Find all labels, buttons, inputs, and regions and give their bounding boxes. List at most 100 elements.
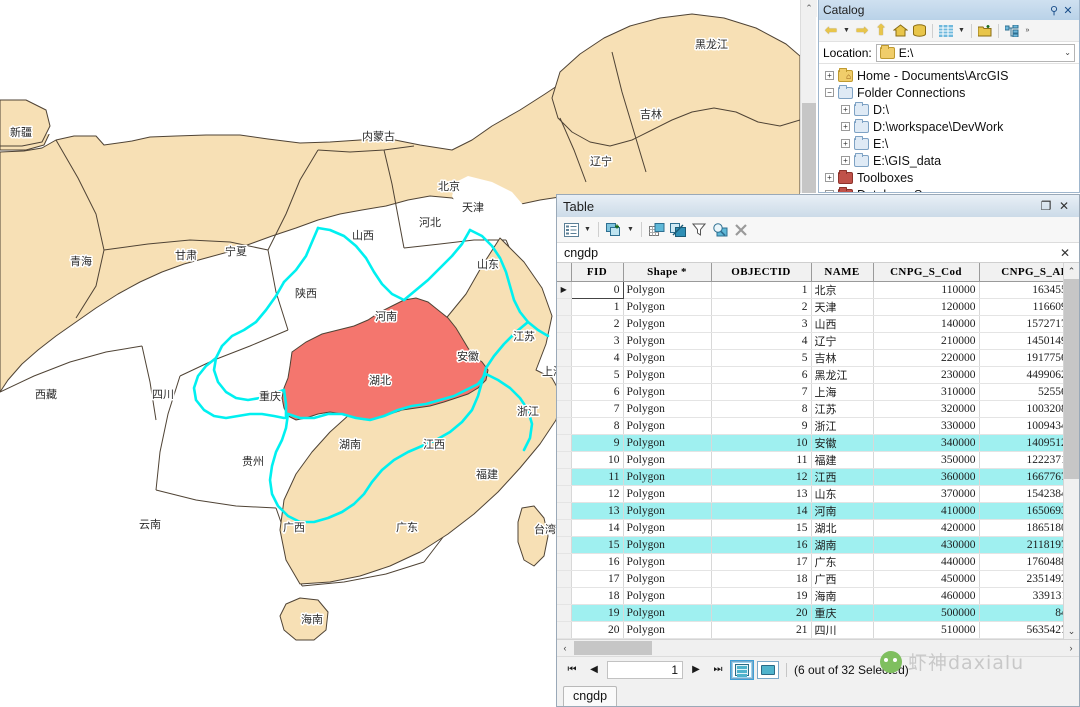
table-row[interactable]: 8Polygon9浙江330000100943420000: [557, 417, 1063, 435]
close-icon[interactable]: ✕: [1055, 199, 1073, 213]
cell-code[interactable]: 370000: [873, 485, 980, 503]
cell-name[interactable]: 河南: [811, 502, 874, 520]
up-one-level-icon[interactable]: ⬆: [873, 23, 889, 39]
show-selected-records-button[interactable]: [757, 660, 779, 679]
cell-code[interactable]: 350000: [873, 451, 980, 469]
cell-area[interactable]: 165069370000: [979, 502, 1063, 520]
cell-area[interactable]: 145014900000: [979, 332, 1063, 350]
cell-code[interactable]: 230000: [873, 366, 980, 384]
cell-name[interactable]: 重庆: [811, 604, 874, 622]
row-selector-cell[interactable]: [557, 383, 572, 401]
collapse-icon[interactable]: −: [825, 88, 834, 97]
grid-scroll-left-icon[interactable]: ‹: [557, 643, 573, 653]
cell-code[interactable]: 360000: [873, 468, 980, 486]
column-header[interactable]: FID: [571, 263, 624, 282]
cell-name[interactable]: 湖南: [811, 536, 874, 554]
cell-name[interactable]: 浙江: [811, 417, 874, 435]
cell-name[interactable]: 广西: [811, 570, 874, 588]
table-row[interactable]: 2Polygon3山西140000157271770000: [557, 315, 1063, 333]
cell-fid[interactable]: 19: [571, 604, 624, 622]
catalog-tree-item[interactable]: + ⌂ Home - Documents\ArcGIS: [825, 67, 1079, 84]
cell-fid[interactable]: 1: [571, 298, 624, 316]
grid-scroll-thumb[interactable]: [1064, 279, 1079, 479]
cell-fid[interactable]: 16: [571, 553, 624, 571]
cell-shape[interactable]: Polygon: [623, 485, 712, 503]
catalog-tree-item[interactable]: + E:\: [825, 135, 1079, 152]
cell-shape[interactable]: Polygon: [623, 400, 712, 418]
table-row[interactable]: 16Polygon17广东440000176048820000: [557, 553, 1063, 571]
grid-hscroll-thumb[interactable]: [574, 641, 652, 655]
catalog-tree-item[interactable]: + Toolboxes: [825, 169, 1079, 186]
cell-shape[interactable]: Polygon: [623, 553, 712, 571]
column-header[interactable]: Shape *: [623, 263, 712, 282]
table-row[interactable]: 20Polygon21四川510000563542750000: [557, 621, 1063, 639]
column-header[interactable]: CNPG_S_Cod: [873, 263, 980, 282]
chevron-down-icon[interactable]: ⌄: [1064, 48, 1071, 57]
cell-code[interactable]: 110000: [873, 281, 980, 299]
table-row[interactable]: 12Polygon13山东370000154238420000: [557, 485, 1063, 503]
cell-objectid[interactable]: 13: [711, 485, 812, 503]
row-selector-cell[interactable]: [557, 298, 572, 316]
map-vertical-scrollbar[interactable]: ⌃: [800, 0, 817, 193]
row-selector-cell[interactable]: [557, 553, 572, 571]
cell-objectid[interactable]: 16: [711, 536, 812, 554]
cell-shape[interactable]: Polygon: [623, 536, 712, 554]
switch-selection-icon[interactable]: [669, 221, 687, 239]
home-icon[interactable]: [892, 23, 908, 39]
cell-area[interactable]: 191775640000: [979, 349, 1063, 367]
cell-area[interactable]: 449906210000: [979, 366, 1063, 384]
grid-scroll-right-icon[interactable]: ›: [1063, 643, 1079, 653]
delete-selected-icon[interactable]: [732, 221, 750, 239]
row-selector-cell[interactable]: [557, 502, 572, 520]
cell-fid[interactable]: 18: [571, 587, 624, 605]
cell-fid[interactable]: 6: [571, 383, 624, 401]
column-header[interactable]: OBJECTID: [711, 263, 812, 282]
catalog-tree-item[interactable]: + D:\workspace\DevWork: [825, 118, 1079, 135]
cell-objectid[interactable]: 3: [711, 315, 812, 333]
cell-objectid[interactable]: 17: [711, 553, 812, 571]
cell-objectid[interactable]: 10: [711, 434, 812, 452]
cell-area[interactable]: 11660963000: [979, 298, 1063, 316]
grid-view-icon[interactable]: [938, 23, 954, 39]
cell-fid[interactable]: 17: [571, 570, 624, 588]
cell-name[interactable]: 安徽: [811, 434, 874, 452]
row-selector-cell[interactable]: [557, 400, 572, 418]
table-row[interactable]: 10Polygon11福建350000122237100000: [557, 451, 1063, 469]
cell-name[interactable]: 北京: [811, 281, 874, 299]
cell-objectid[interactable]: 6: [711, 366, 812, 384]
row-selector-cell[interactable]: [557, 366, 572, 384]
row-selector-cell[interactable]: [557, 434, 572, 452]
grid-view-dropdown-icon[interactable]: ▼: [957, 23, 966, 39]
cell-shape[interactable]: Polygon: [623, 281, 712, 299]
cell-fid[interactable]: 0: [570, 280, 624, 299]
catalog-tree[interactable]: + ⌂ Home - Documents\ArcGIS − Folder Connect…: [819, 64, 1079, 192]
cell-name[interactable]: 天津: [811, 298, 874, 316]
table-options-icon[interactable]: [562, 221, 580, 239]
cell-fid[interactable]: 14: [571, 519, 624, 537]
next-record-button[interactable]: ▶: [687, 664, 705, 675]
cell-code[interactable]: 340000: [873, 434, 980, 452]
map-scroll-up-icon[interactable]: ⌃: [801, 0, 817, 17]
cell-fid[interactable]: 9: [571, 434, 624, 452]
cell-code[interactable]: 120000: [873, 298, 980, 316]
cell-area[interactable]: 157271770000: [979, 315, 1063, 333]
cell-objectid[interactable]: 2: [711, 298, 812, 316]
map-scroll-thumb[interactable]: [802, 103, 816, 193]
cell-code[interactable]: 310000: [873, 383, 980, 401]
cell-shape[interactable]: Polygon: [623, 519, 712, 537]
table-row[interactable]: 1Polygon2天津12000011660963000: [557, 298, 1063, 316]
cell-code[interactable]: 450000: [873, 570, 980, 588]
cell-code[interactable]: 330000: [873, 417, 980, 435]
table-footer-tab[interactable]: cngdp: [563, 686, 618, 706]
connect-folder-icon[interactable]: [977, 23, 993, 39]
table-row[interactable]: 19Polygon20重庆5000008412664: [557, 604, 1063, 622]
cell-fid[interactable]: 3: [571, 332, 624, 350]
cell-code[interactable]: 510000: [873, 621, 980, 639]
table-row[interactable]: 9Polygon10安徽340000140951260000: [557, 434, 1063, 452]
location-combobox[interactable]: E:\ ⌄: [875, 43, 1075, 62]
cell-objectid[interactable]: 7: [711, 383, 812, 401]
related-tables-dropdown-icon[interactable]: ▼: [626, 222, 635, 238]
cell-name[interactable]: 辽宁: [811, 332, 874, 350]
cell-area[interactable]: 122237100000: [979, 451, 1063, 469]
cell-shape[interactable]: Polygon: [623, 502, 712, 520]
